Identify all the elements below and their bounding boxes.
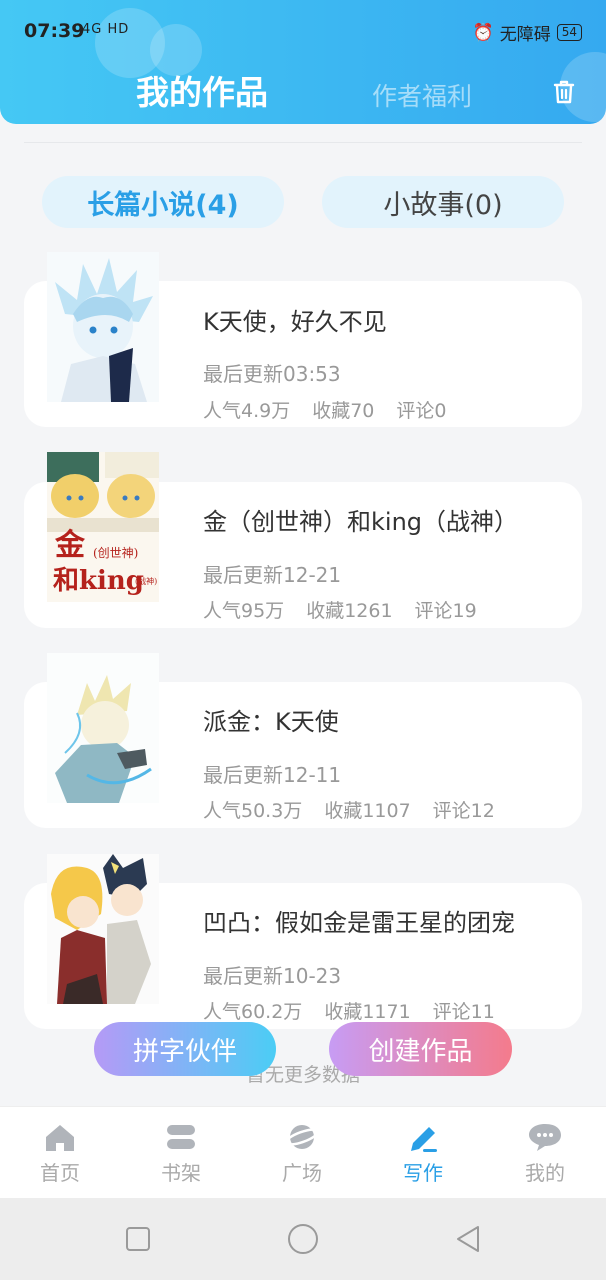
- tab-label: 写作: [403, 1161, 443, 1185]
- favorites-count: 收藏1171: [324, 1001, 411, 1023]
- book-cover[interactable]: [47, 854, 159, 1004]
- cover-subtitle-2: (战神): [135, 577, 158, 586]
- chat-icon: [529, 1124, 561, 1151]
- create-work-button[interactable]: 创建作品: [329, 1022, 512, 1076]
- home-button-icon[interactable]: [286, 1222, 320, 1256]
- comments-count: 评论11: [432, 1001, 495, 1023]
- home-icon: [46, 1125, 74, 1151]
- book-title[interactable]: 凹凸：假如金是雷王星的团宠: [203, 903, 515, 938]
- book-title[interactable]: 金（创世神）和king（战神）: [203, 502, 518, 537]
- book-updated: 最后更新10-23: [203, 964, 342, 988]
- recent-apps-icon[interactable]: [121, 1222, 155, 1256]
- book-cover[interactable]: 金 (创世神) 和king (战神): [47, 452, 159, 602]
- signal-icon: 4G HD: [82, 22, 130, 37]
- popularity-count: 人气4.9万: [203, 400, 291, 422]
- planet-icon: [284, 1125, 320, 1149]
- tab-square[interactable]: 广场: [262, 1121, 342, 1186]
- book-updated: 最后更新12-11: [203, 763, 342, 787]
- book-title[interactable]: 派金：K天使: [203, 702, 339, 737]
- book-updated: 最后更新12-21: [203, 563, 342, 587]
- cover-subtitle: (创世神): [93, 546, 139, 560]
- favorites-count: 收藏1261: [306, 600, 393, 622]
- tab-bookshelf[interactable]: 书架: [141, 1121, 221, 1186]
- favorites-count: 收藏70: [312, 400, 375, 422]
- book-stats: 人气50.3万 收藏1107 评论12: [203, 796, 517, 823]
- back-icon[interactable]: [451, 1222, 485, 1256]
- book-cover[interactable]: [47, 252, 159, 402]
- trash-icon[interactable]: [549, 76, 579, 106]
- divider: [24, 142, 582, 143]
- author-benefits-tab[interactable]: 作者福利: [372, 77, 472, 113]
- pen-icon: [411, 1127, 437, 1152]
- comments-count: 评论12: [432, 800, 495, 822]
- tab-mine[interactable]: 我的: [505, 1121, 585, 1186]
- bookshelf-icon: [167, 1125, 195, 1149]
- status-right: ⏰ 无障碍 54: [473, 20, 582, 45]
- tab-home[interactable]: 首页: [20, 1121, 100, 1186]
- cover-illustration: [47, 653, 159, 803]
- battery-icon: 54: [556, 24, 582, 41]
- tab-writing[interactable]: 写作: [383, 1121, 463, 1186]
- tab-label: 书架: [161, 1161, 201, 1185]
- popularity-count: 人气60.2万: [203, 1001, 303, 1023]
- favorites-count: 收藏1107: [324, 800, 411, 822]
- popularity-count: 人气95万: [203, 600, 285, 622]
- accessibility-label: 无障碍: [499, 25, 551, 45]
- book-stats: 人气95万 收藏1261 评论19: [203, 596, 499, 623]
- comments-count: 评论19: [414, 600, 477, 622]
- tab-label: 我的: [525, 1161, 565, 1185]
- writing-partner-button[interactable]: 拼字伙伴: [94, 1022, 276, 1076]
- tab-label: 广场: [282, 1161, 322, 1185]
- bottom-tab-bar: 首页 书架 广场 写作 我的: [0, 1106, 606, 1199]
- tab-short-story[interactable]: 小故事(0): [322, 176, 564, 228]
- cover-illustration: [47, 854, 159, 1004]
- comments-count: 评论0: [396, 400, 447, 422]
- status-bar: 07:39 4G HD ⏰ 无障碍 54: [0, 0, 606, 60]
- cover-title-king: 和king: [53, 566, 144, 596]
- system-nav-bar: [0, 1198, 606, 1280]
- page-title[interactable]: 我的作品: [136, 66, 268, 114]
- tab-long-novel[interactable]: 长篇小说(4): [42, 176, 284, 228]
- cover-title-char: 金: [55, 528, 85, 563]
- tab-label: 首页: [40, 1161, 80, 1185]
- status-time: 07:39: [24, 20, 85, 42]
- book-cover[interactable]: [47, 653, 159, 803]
- book-stats: 人气60.2万 收藏1171 评论11: [203, 997, 517, 1024]
- book-title[interactable]: K天使，好久不见: [203, 302, 387, 337]
- header-bar: 07:39 4G HD ⏰ 无障碍 54 我的作品 作者福利: [0, 0, 606, 124]
- alarm-icon: ⏰: [472, 22, 494, 43]
- book-updated: 最后更新03:53: [203, 362, 341, 386]
- cover-illustration: [47, 252, 159, 402]
- book-stats: 人气4.9万 收藏70 评论0: [203, 396, 469, 423]
- no-more-data: 暂无更多数据: [245, 1064, 360, 1086]
- popularity-count: 人气50.3万: [203, 800, 303, 822]
